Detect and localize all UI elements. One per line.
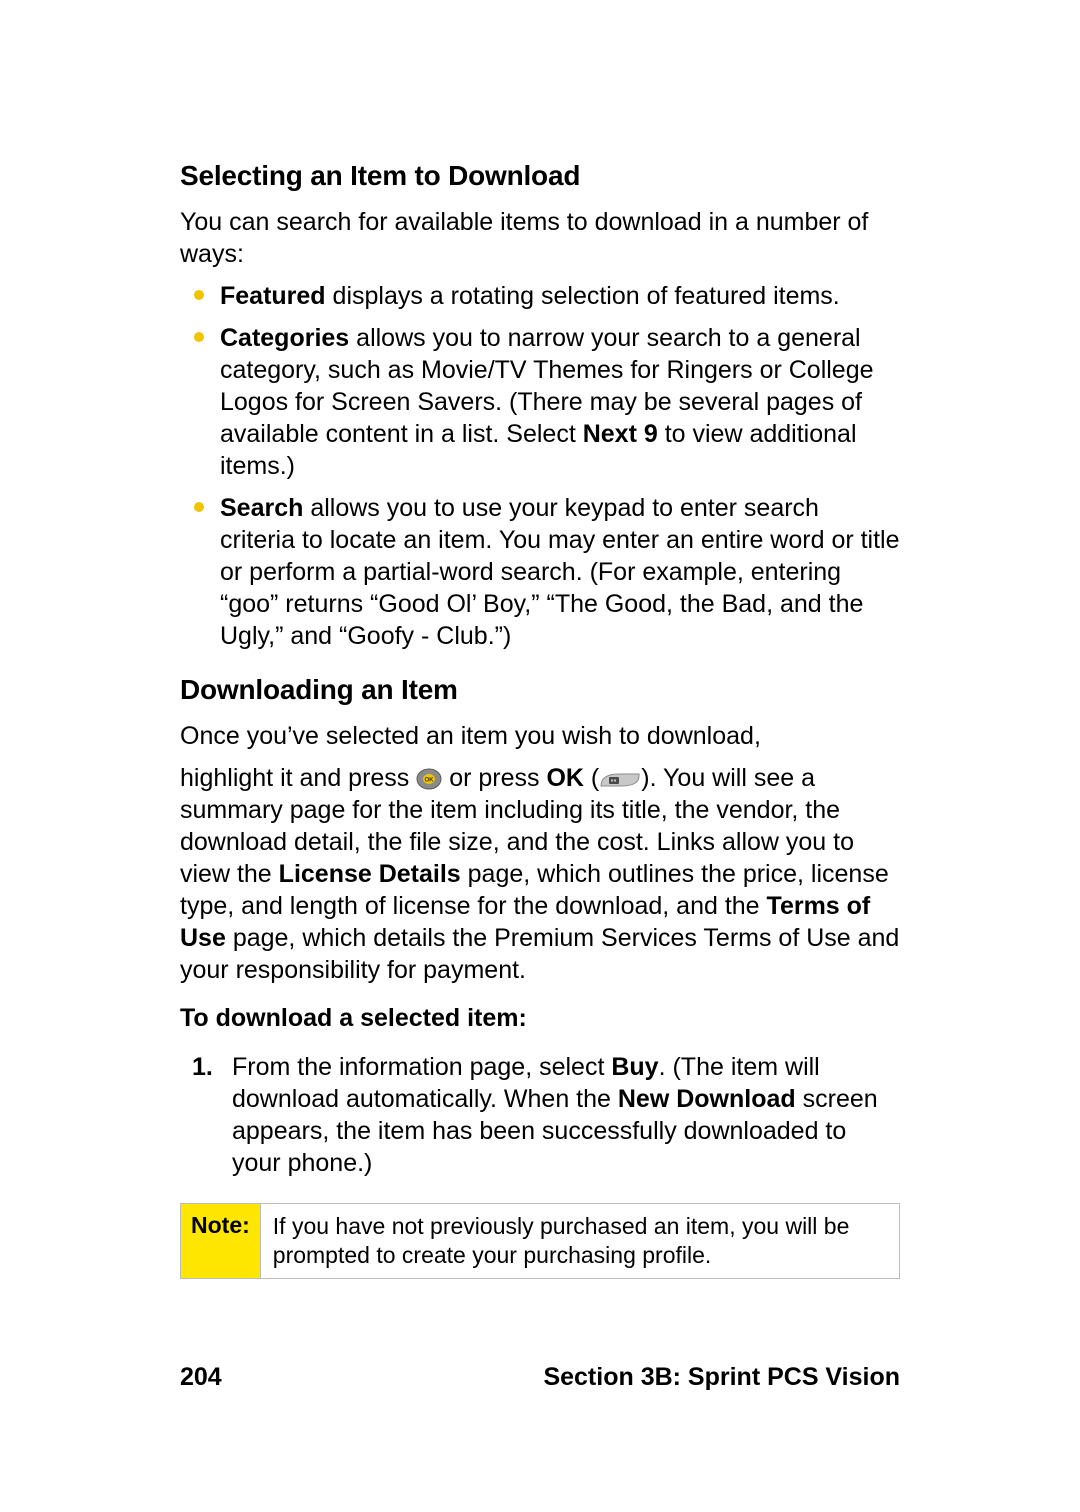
ok-key-icon: OK	[416, 768, 442, 790]
bullet-categories: Categories allows you to narrow your sea…	[180, 322, 900, 482]
section-label: Section 3B: Sprint PCS Vision	[543, 1363, 900, 1392]
buy-label: Buy	[611, 1053, 658, 1081]
step-1-text-a: From the information page, select	[232, 1053, 611, 1081]
subheading-to-download: To download a selected item:	[180, 1004, 900, 1033]
download-p1: Once you’ve selected an item you wish to…	[180, 720, 900, 752]
p2-part-b: or press	[449, 764, 546, 792]
new-download-label: New Download	[618, 1085, 796, 1113]
download-p2: highlight it and press OK or press OK ( …	[180, 762, 900, 986]
download-steps: 1. From the information page, select Buy…	[180, 1051, 900, 1179]
categories-label: Categories	[220, 324, 349, 352]
heading-selecting-item: Selecting an Item to Download	[180, 160, 900, 192]
heading-downloading-item: Downloading an Item	[180, 674, 900, 706]
step-1: 1. From the information page, select Buy…	[180, 1051, 900, 1179]
note-box: Note: If you have not previously purchas…	[180, 1203, 900, 1279]
next-9-label: Next 9	[583, 420, 658, 448]
note-label: Note:	[181, 1204, 261, 1278]
softkey-icon	[599, 770, 641, 790]
manual-page: Selecting an Item to Download You can se…	[0, 0, 1080, 1512]
step-1-marker: 1.	[192, 1051, 213, 1083]
bullet-search: Search allows you to use your keypad to …	[180, 492, 900, 652]
p2-part-c: (	[584, 764, 599, 792]
intro-text: You can search for available items to do…	[180, 206, 900, 270]
search-label: Search	[220, 494, 303, 522]
featured-text: displays a rotating selection of feature…	[326, 282, 840, 310]
p2-part-a: highlight it and press	[180, 764, 416, 792]
search-ways-list: Featured displays a rotating selection o…	[180, 280, 900, 652]
bullet-featured: Featured displays a rotating selection o…	[180, 280, 900, 312]
page-number: 204	[180, 1363, 222, 1392]
svg-text:OK: OK	[425, 778, 435, 784]
featured-label: Featured	[220, 282, 326, 310]
ok-label: OK	[546, 764, 584, 792]
note-text: If you have not previously purchased an …	[261, 1204, 899, 1278]
search-text: allows you to use your keypad to enter s…	[220, 494, 900, 650]
p2-part-f: page, which details the Premium Services…	[180, 924, 899, 984]
page-footer: 204 Section 3B: Sprint PCS Vision	[180, 1363, 900, 1392]
license-details-label: License Details	[279, 860, 461, 888]
